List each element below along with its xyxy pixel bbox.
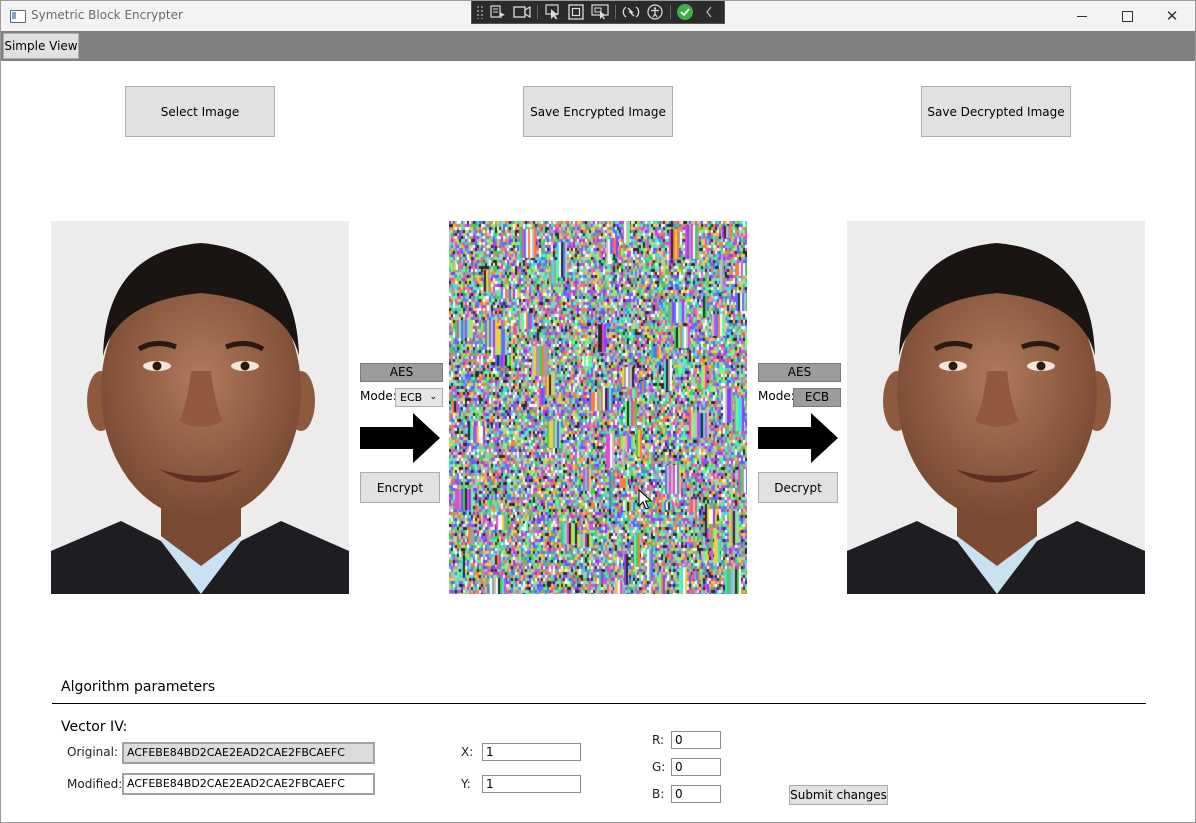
g-input[interactable]: 0 (671, 758, 721, 776)
maximize-button[interactable] (1104, 1, 1150, 31)
encrypted-image (449, 221, 747, 594)
original-image (51, 221, 349, 594)
minimize-icon (1077, 15, 1087, 17)
window-title: Symetric Block Encrypter (31, 8, 183, 22)
encrypt-mode-select[interactable]: ECB ⌄ (395, 388, 443, 407)
pointer-icon[interactable] (544, 3, 562, 21)
decrypt-arrow-icon (758, 413, 838, 463)
app-icon (10, 10, 26, 23)
save-encrypted-image-button[interactable]: Save Encrypted Image (523, 86, 673, 137)
x-input[interactable]: 1 (482, 743, 581, 761)
decrypted-image (847, 221, 1145, 594)
iv-modified-label: Modified: (67, 777, 123, 791)
decrypt-algorithm-label: AES (758, 363, 841, 382)
toolbar-separator (536, 5, 538, 19)
submit-changes-button[interactable]: Submit changes (789, 785, 888, 805)
algorithm-parameters-title: Algorithm parameters (61, 679, 216, 695)
chevron-down-icon: ⌄ (429, 392, 437, 402)
track-focus-icon[interactable] (591, 3, 609, 21)
close-icon: ✕ (1165, 6, 1179, 25)
debug-toolbar (471, 1, 725, 24)
decrypt-mode-label: Mode: (758, 389, 795, 403)
close-button[interactable]: ✕ (1149, 1, 1195, 31)
decrypt-button[interactable]: Decrypt (758, 472, 838, 503)
iv-modified-field[interactable]: ACFEBE84BD2CAE2EAD2CAE2FBCAEFC (122, 773, 375, 795)
tab-simple-view[interactable]: Simple View (3, 33, 79, 59)
encrypt-button[interactable]: Encrypt (360, 472, 440, 503)
main-window: Symetric Block Encrypter ✕ Simple View S… (0, 0, 1196, 823)
y-label: Y: (461, 777, 471, 791)
encrypted-noise-canvas (449, 221, 747, 594)
iv-original-field: ACFEBE84BD2CAE2EAD2CAE2FBCAEFC (122, 742, 375, 764)
select-element-icon[interactable] (489, 3, 507, 21)
collapse-icon[interactable] (700, 3, 718, 21)
decrypt-mode-value: ECB (793, 388, 841, 407)
menu-bar: Simple View (1, 31, 1195, 61)
r-input[interactable]: 0 (671, 731, 721, 749)
encrypt-mode-value: ECB (400, 391, 423, 404)
r-label: R: (652, 733, 665, 747)
encrypt-mode-label: Mode: (360, 389, 397, 403)
toolbar-separator (669, 5, 671, 19)
vector-iv-title: Vector IV: (61, 719, 128, 735)
select-image-button[interactable]: Select Image (125, 86, 275, 137)
iv-original-label: Original: (67, 745, 118, 759)
section-divider (52, 703, 1146, 704)
mouse-cursor-icon (638, 489, 652, 510)
x-label: X: (461, 745, 474, 759)
encrypt-arrow-icon (360, 413, 440, 463)
binding-ok-icon[interactable] (677, 3, 695, 21)
toolbar-separator (615, 5, 616, 19)
y-input[interactable]: 1 (482, 775, 581, 793)
grip-icon[interactable] (476, 5, 484, 19)
b-input[interactable]: 0 (671, 785, 721, 803)
save-decrypted-image-button[interactable]: Save Decrypted Image (921, 86, 1071, 137)
accessibility-icon[interactable] (646, 3, 664, 21)
minimize-button[interactable] (1059, 1, 1105, 31)
layout-adorner-icon[interactable] (567, 3, 585, 21)
record-icon[interactable] (513, 3, 531, 21)
maximize-icon (1121, 10, 1133, 22)
b-label: B: (652, 787, 665, 801)
encrypt-algorithm-label: AES (360, 363, 443, 382)
g-label: G: (652, 760, 666, 774)
hot-reload-icon[interactable] (622, 3, 640, 21)
